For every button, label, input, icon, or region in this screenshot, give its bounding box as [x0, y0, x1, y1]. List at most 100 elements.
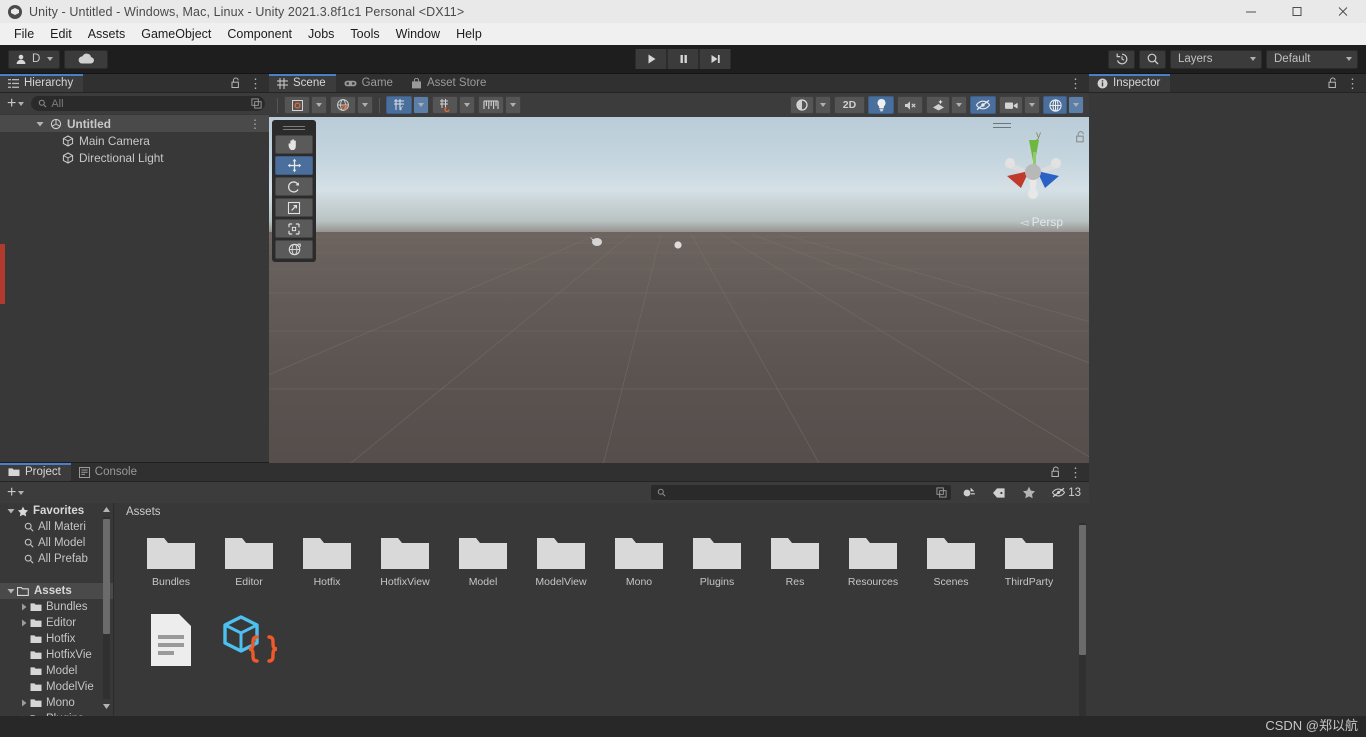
asset-item-editor[interactable]: Editor [210, 531, 288, 613]
move-tool[interactable] [275, 156, 313, 175]
handle-space-toggle[interactable] [330, 96, 356, 114]
hierarchy-add-button[interactable]: + [4, 95, 27, 111]
project-search-input[interactable] [651, 485, 952, 500]
menu-tools[interactable]: Tools [342, 25, 387, 43]
tree-item-all-materials[interactable]: All Materi [0, 519, 113, 535]
hierarchy-search-input[interactable]: All [31, 96, 265, 111]
scene-camera-button[interactable] [999, 96, 1023, 114]
chevron-down-icon[interactable] [4, 507, 17, 515]
hidden-assets-counter[interactable]: 13 [1047, 484, 1085, 501]
asset-grid-scrollbar[interactable] [1078, 523, 1087, 732]
projection-mode-label[interactable]: ◅ Persp [1020, 215, 1063, 229]
rect-tool[interactable] [275, 219, 313, 238]
tree-item-favorites[interactable]: Favorites [0, 503, 113, 519]
tree-scrollbar[interactable] [102, 505, 111, 711]
tab-game[interactable]: Game [336, 74, 403, 92]
drag-handle[interactable] [275, 123, 313, 133]
chevron-right-icon[interactable] [17, 603, 30, 611]
lock-open-icon[interactable] [1051, 466, 1061, 478]
asset-item-hotfix[interactable]: Hotfix [288, 531, 366, 613]
asset-item-bundles[interactable]: Bundles [132, 531, 210, 613]
filter-by-label-button[interactable] [987, 484, 1011, 501]
menu-edit[interactable]: Edit [42, 25, 80, 43]
transform-tool[interactable] [275, 240, 313, 259]
asset-item-model[interactable]: Model [444, 531, 522, 613]
scroll-thumb[interactable] [103, 519, 110, 634]
asset-item-resources[interactable]: Resources [834, 531, 912, 613]
hand-tool[interactable] [275, 135, 313, 154]
draw-mode-button[interactable] [790, 96, 814, 114]
layout-dropdown[interactable]: Default [1266, 49, 1358, 69]
tree-item-all-models[interactable]: All Model [0, 535, 113, 551]
asset-item-res[interactable]: Res [756, 531, 834, 613]
account-button[interactable]: D [8, 49, 60, 69]
lock-open-icon[interactable] [231, 77, 241, 89]
chevron-right-icon[interactable] [17, 699, 30, 707]
tab-asset-store[interactable]: Asset Store [403, 74, 496, 92]
asset-item-assembly-definition[interactable] [210, 613, 288, 695]
kebab-menu-icon[interactable]: ⋮ [1069, 466, 1082, 479]
kebab-menu-icon[interactable]: ⋮ [249, 77, 262, 90]
minimize-button[interactable] [1228, 0, 1274, 23]
asset-item-text-file[interactable] [132, 613, 210, 695]
asset-item-plugins[interactable]: Plugins [678, 531, 756, 613]
tab-hierarchy[interactable]: Hierarchy [0, 74, 84, 92]
expand-panel-icon[interactable] [251, 98, 262, 109]
lock-open-icon[interactable] [1328, 77, 1338, 89]
scene-camera-dropdown[interactable] [1024, 96, 1040, 114]
grid-axis-dropdown[interactable] [413, 96, 429, 114]
menu-jobs[interactable]: Jobs [300, 25, 342, 43]
asset-item-thirdparty[interactable]: ThirdParty [990, 531, 1068, 613]
filter-favorites-button[interactable] [1017, 484, 1041, 501]
fx-toggle[interactable] [926, 96, 950, 114]
project-add-button[interactable]: + [4, 484, 27, 500]
menu-component[interactable]: Component [219, 25, 300, 43]
maximize-button[interactable] [1274, 0, 1320, 23]
tab-console[interactable]: Console [71, 463, 147, 481]
hierarchy-item-untitled[interactable]: Untitled ⋮ [0, 115, 269, 132]
kebab-menu-icon[interactable]: ⋮ [1346, 77, 1359, 90]
menu-window[interactable]: Window [388, 25, 448, 43]
scroll-thumb[interactable] [1079, 525, 1086, 655]
asset-item-scenes[interactable]: Scenes [912, 531, 990, 613]
step-button[interactable] [699, 49, 731, 69]
tree-item-editor[interactable]: Editor [0, 615, 113, 631]
scene-viewport[interactable]: y x z ◅ Persp [269, 117, 1089, 481]
2d-toggle[interactable]: 2D [834, 96, 865, 114]
scene-lighting-toggle[interactable] [868, 96, 894, 114]
play-button[interactable] [635, 49, 667, 69]
scroll-up-arrow-icon[interactable] [102, 505, 111, 514]
tree-item-hotfixview[interactable]: HotfixVie [0, 647, 113, 663]
tree-item-hotfix[interactable]: Hotfix [0, 631, 113, 647]
menu-help[interactable]: Help [448, 25, 490, 43]
pivot-toggle[interactable] [284, 96, 310, 114]
breadcrumb[interactable]: Assets [114, 503, 1089, 521]
grid-snap-dropdown[interactable] [459, 96, 475, 114]
fx-dropdown[interactable] [951, 96, 967, 114]
scroll-down-arrow-icon[interactable] [102, 702, 111, 711]
save-search-icon[interactable] [936, 487, 947, 498]
chevron-down-icon[interactable] [34, 120, 46, 128]
grid-snap-toggle[interactable] [432, 96, 458, 114]
hierarchy-item-main-camera[interactable]: Main Camera [0, 132, 269, 149]
scale-tool[interactable] [275, 198, 313, 217]
chevron-down-icon[interactable] [4, 587, 17, 595]
tab-scene[interactable]: Scene [269, 74, 336, 92]
asset-item-mono[interactable]: Mono [600, 531, 678, 613]
pivot-dropdown[interactable] [311, 96, 327, 114]
snap-increment-dropdown[interactable] [505, 96, 521, 114]
global-search-button[interactable] [1139, 49, 1166, 69]
tree-item-assets[interactable]: Assets [0, 583, 113, 599]
tree-item-all-prefabs[interactable]: All Prefab [0, 551, 113, 567]
draw-mode-dropdown[interactable] [815, 96, 831, 114]
tree-item-modelview[interactable]: ModelVie [0, 679, 113, 695]
kebab-menu-icon[interactable]: ⋮ [1069, 77, 1082, 90]
menu-assets[interactable]: Assets [80, 25, 134, 43]
tab-inspector[interactable]: Inspector [1089, 74, 1171, 92]
menu-gameobject[interactable]: GameObject [133, 25, 219, 43]
tree-item-model[interactable]: Model [0, 663, 113, 679]
menu-file[interactable]: File [6, 25, 42, 43]
grid-axis-toggle[interactable]: Y [386, 96, 412, 114]
cloud-services-button[interactable] [64, 49, 108, 69]
kebab-menu-icon[interactable]: ⋮ [249, 117, 261, 131]
